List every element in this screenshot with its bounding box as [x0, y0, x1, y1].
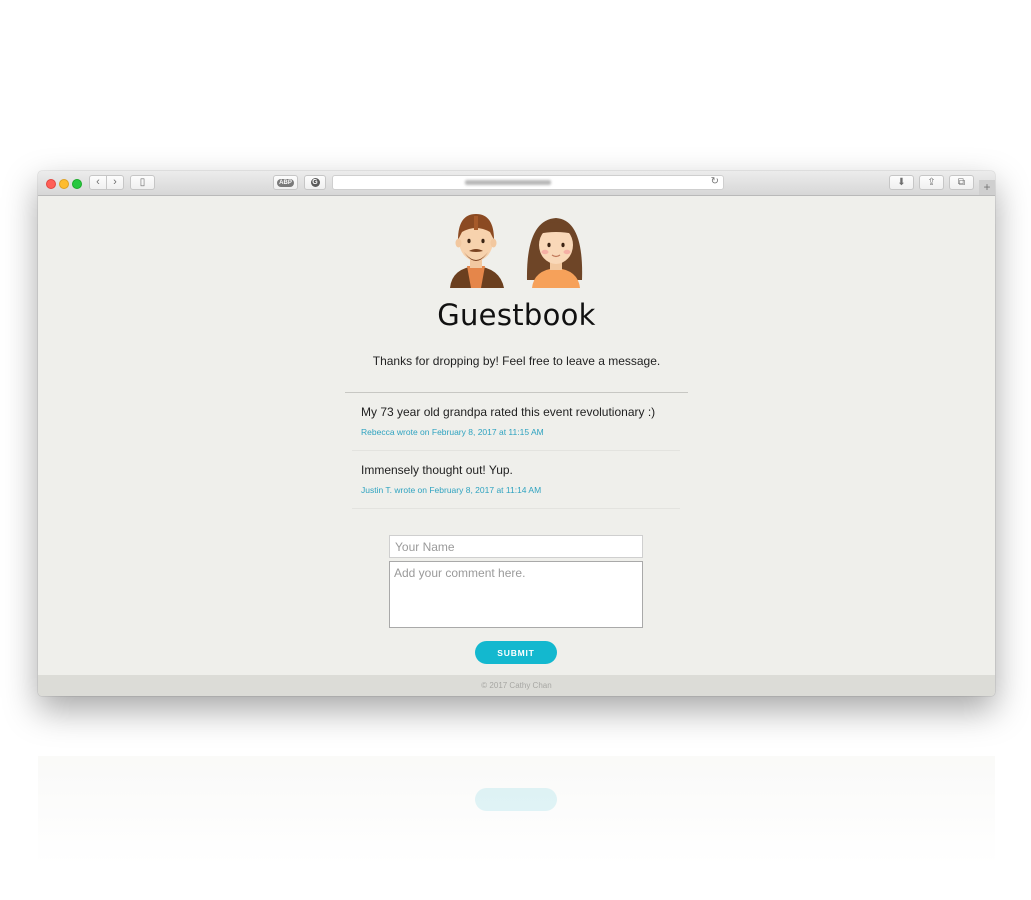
share-button[interactable]: ⇪	[919, 175, 944, 190]
share-icon: ⇪	[927, 176, 936, 188]
back-icon[interactable]: ‹	[90, 177, 106, 188]
entry-divider	[352, 450, 680, 451]
zoom-window-button[interactable]	[72, 179, 82, 189]
history-nav: ‹ ›	[89, 175, 124, 190]
tab-overview-button[interactable]: ⧉	[949, 175, 974, 190]
browser-window: ‹ › ▯ ABP G ↻ ⬇ ⇪ ⧉ + Guestbook Thanks f…	[38, 171, 995, 696]
guestbook-entry: Immensely thought out! Yup. Justin T. wr…	[361, 463, 681, 495]
comment-textarea[interactable]	[389, 561, 643, 628]
minimize-window-button[interactable]	[59, 179, 69, 189]
entry-message: Immensely thought out! Yup.	[361, 463, 513, 477]
grammarly-extension-button[interactable]: G	[304, 175, 326, 190]
adblock-icon: ABP	[277, 178, 294, 187]
tabs-icon: ⧉	[957, 176, 966, 188]
entry-divider	[352, 508, 680, 509]
reload-icon[interactable]: ↻	[711, 176, 719, 187]
adblock-extension-button[interactable]: ABP	[273, 175, 298, 190]
close-window-button[interactable]	[46, 179, 56, 189]
submit-button[interactable]: SUBMIT	[475, 641, 557, 664]
woman-avatar-icon	[526, 218, 583, 288]
sidebar-icon: ▯	[139, 176, 146, 188]
new-tab-icon[interactable]: +	[979, 180, 995, 195]
downloads-button[interactable]: ⬇	[889, 175, 914, 190]
entry-meta: Justin T. wrote on February 8, 2017 at 1…	[361, 485, 542, 495]
page-title: Guestbook	[437, 298, 596, 332]
page-subtitle: Thanks for dropping by! Feel free to lea…	[372, 354, 661, 368]
guestbook-avatars-illustration	[450, 214, 583, 288]
window-reflection	[38, 756, 995, 866]
guestbook-entry: My 73 year old grandpa rated this event …	[361, 405, 681, 437]
address-bar[interactable]: ↻	[332, 175, 724, 190]
entry-meta: Rebecca wrote on February 8, 2017 at 11:…	[361, 427, 544, 437]
url-text	[465, 180, 551, 185]
sidebar-toggle-button[interactable]: ▯	[130, 175, 155, 190]
entry-message: My 73 year old grandpa rated this event …	[361, 405, 656, 419]
name-input[interactable]	[389, 535, 643, 558]
page-content: Guestbook Thanks for dropping by! Feel f…	[38, 196, 995, 674]
section-divider	[345, 392, 688, 393]
browser-toolbar: ‹ › ▯ ABP G ↻ ⬇ ⇪ ⧉ +	[38, 171, 995, 196]
download-icon: ⬇	[897, 176, 906, 188]
grammarly-icon: G	[310, 178, 320, 187]
forward-icon[interactable]: ›	[107, 177, 123, 188]
page-footer: © 2017 Cathy Chan	[38, 675, 995, 696]
reflection-submit-shape	[475, 788, 557, 811]
man-avatar-icon	[450, 214, 504, 288]
